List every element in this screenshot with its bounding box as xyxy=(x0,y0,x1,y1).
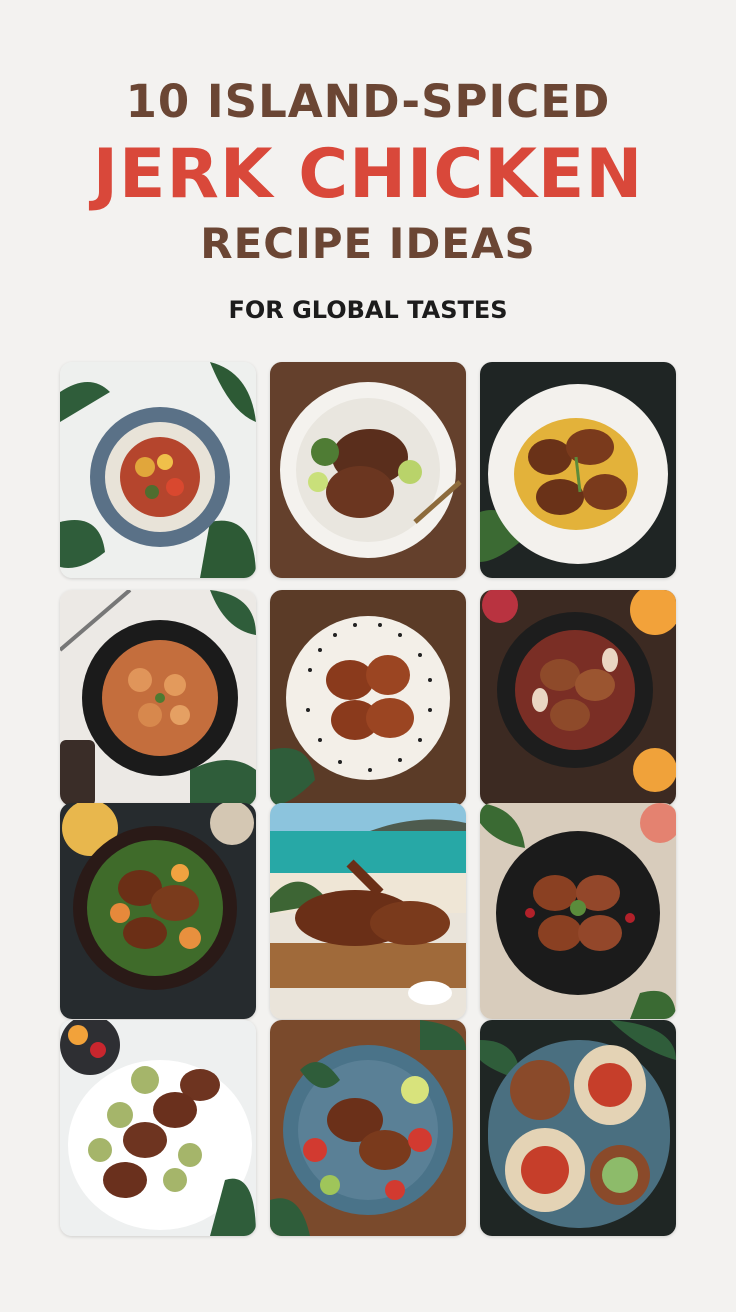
title-line-2: JERK CHICKEN xyxy=(92,135,644,214)
recipe-image-5[interactable] xyxy=(270,590,466,806)
recipe-image-1[interactable] xyxy=(60,362,256,578)
recipe-image-2[interactable] xyxy=(270,362,466,578)
recipe-image-9[interactable] xyxy=(480,803,676,1019)
recipe-image-12[interactable] xyxy=(480,1020,676,1236)
subtitle: FOR GLOBAL TASTES xyxy=(228,296,508,324)
recipe-image-10[interactable] xyxy=(60,1020,256,1236)
leaf-icon xyxy=(190,760,256,806)
cutting-board-icon xyxy=(270,943,466,988)
recipe-image-11[interactable] xyxy=(270,1020,466,1236)
title-line-3: RECIPE IDEAS xyxy=(200,219,536,268)
recipe-image-4[interactable] xyxy=(60,590,256,806)
recipe-image-8[interactable] xyxy=(270,803,466,1019)
plate-icon xyxy=(286,616,450,780)
title-line-1: 10 ISLAND-SPICED xyxy=(125,75,611,128)
recipe-image-7[interactable] xyxy=(60,803,256,1019)
recipe-image-6[interactable] xyxy=(480,590,676,806)
recipe-image-3[interactable] xyxy=(480,362,676,578)
